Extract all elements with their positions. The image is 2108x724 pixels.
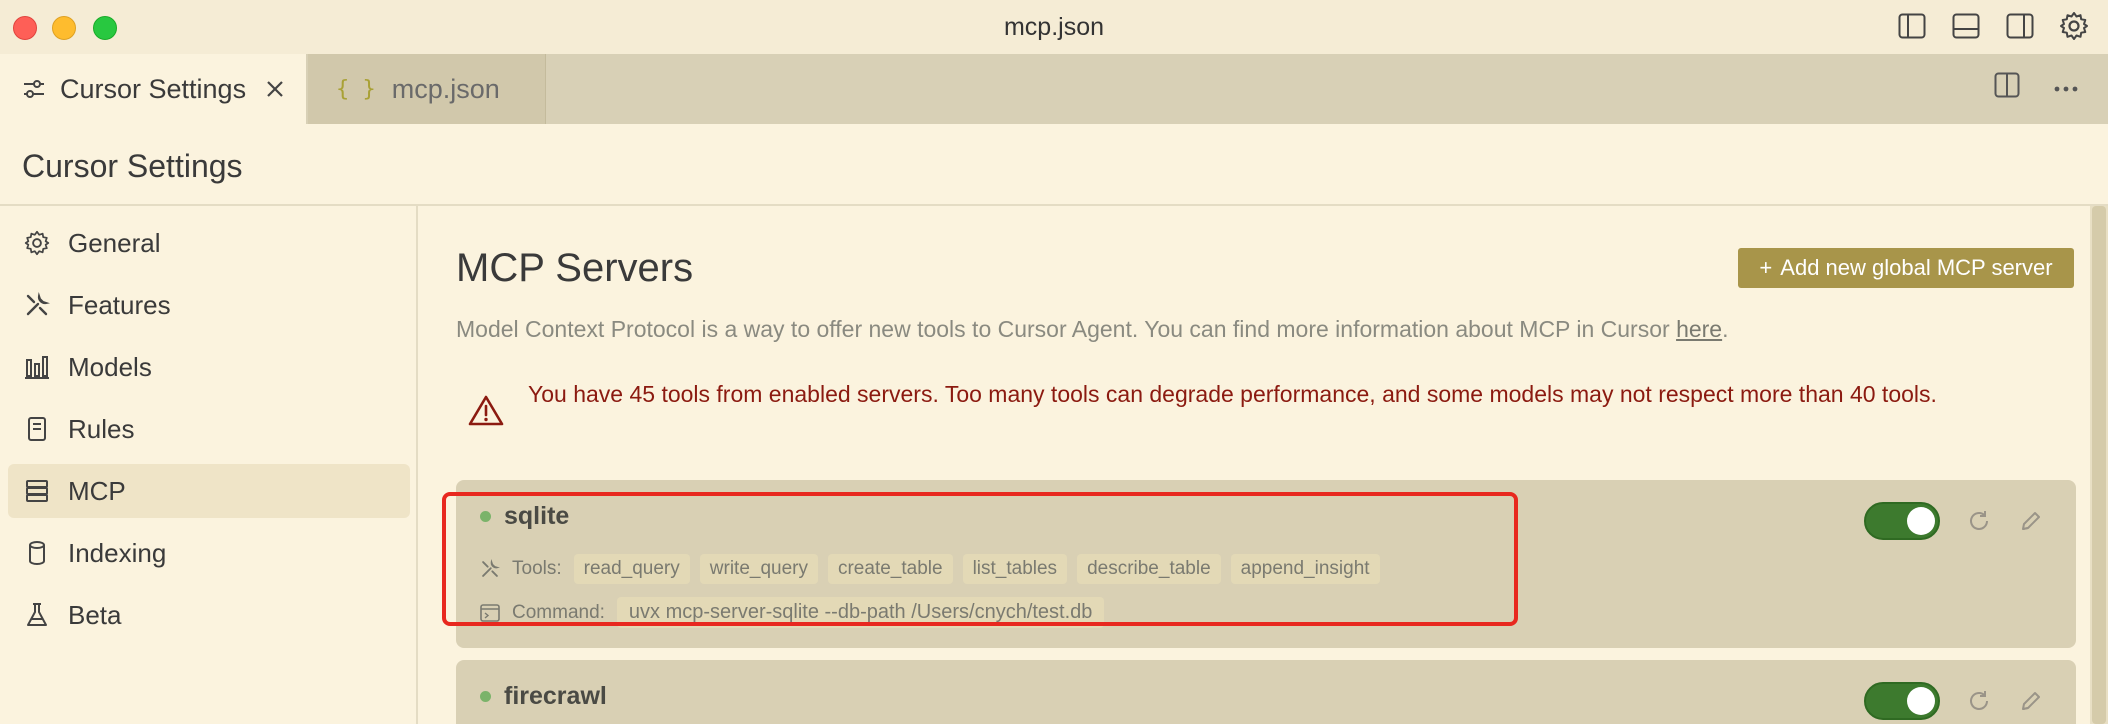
toggle-knob (1907, 687, 1935, 715)
close-tab-icon[interactable] (260, 74, 290, 104)
tools-icon (480, 558, 502, 580)
add-global-mcp-server-button[interactable]: + Add new global MCP server (1738, 248, 2074, 288)
json-file-icon: { } (336, 76, 376, 102)
sidebar-item-label: Indexing (68, 537, 167, 568)
sidebar-item-mcp[interactable]: MCP (8, 464, 410, 518)
sidebar-item-label: Rules (68, 413, 135, 444)
tab-mcp-json[interactable]: { } mcp.json (308, 54, 546, 124)
tool-chip: write_query (699, 554, 818, 584)
bar-chart-icon (22, 352, 52, 382)
tool-chip: create_table (827, 554, 953, 584)
terminal-icon (480, 602, 502, 624)
refresh-icon[interactable] (1966, 508, 1992, 534)
more-actions-icon[interactable] (2054, 79, 2078, 97)
split-editor-icon[interactable] (1994, 72, 2020, 103)
tools-row: Tools: read_query write_query create_tab… (480, 554, 1390, 584)
settings-sidebar: General Features Models Rules MCP Indexi… (0, 206, 418, 724)
tool-chip: read_query (573, 554, 690, 584)
server-card-firecrawl: firecrawl (456, 660, 2076, 724)
description: Model Context Protocol is a way to offer… (456, 316, 1729, 343)
sidebar-item-beta[interactable]: Beta (8, 588, 410, 642)
settings-header: Cursor Settings (0, 124, 2108, 206)
toggle-panel-icon[interactable] (1950, 10, 1982, 42)
plus-icon: + (1759, 255, 1773, 280)
sidebar-item-rules[interactable]: Rules (8, 402, 410, 456)
window-title: mcp.json (1003, 13, 1105, 41)
warning-text: You have 45 tools from enabled servers. … (528, 381, 1937, 407)
scrollbar-thumb[interactable] (2092, 206, 2106, 724)
command-row: Command: uvx mcp-server-sqlite --db-path… (480, 597, 1105, 628)
gear-icon (22, 228, 52, 258)
command-value: uvx mcp-server-sqlite --db-path /Users/c… (616, 597, 1105, 628)
add-button-label: Add new global MCP server (1780, 255, 2053, 280)
server-enable-toggle[interactable] (1864, 682, 1940, 720)
server-card-sqlite: sqlite Tools: read_query write_query cre… (456, 480, 2076, 648)
title-bar: mcp.json (0, 0, 2108, 54)
settings-gear-icon[interactable] (2058, 10, 2090, 42)
server-name: sqlite (504, 502, 570, 530)
warning-icon (468, 394, 504, 430)
tool-chip: describe_table (1077, 554, 1221, 584)
command-label: Command: (512, 601, 605, 623)
edit-pencil-icon[interactable] (2018, 688, 2044, 714)
sidebar-item-models[interactable]: Models (8, 340, 410, 394)
sidebar-item-label: MCP (68, 475, 126, 506)
tool-limit-warning: You have 45 tools from enabled servers. … (456, 376, 2066, 430)
sidebar-item-label: Models (68, 351, 152, 382)
notebook-icon (22, 414, 52, 444)
tools-label: Tools: (512, 558, 562, 579)
toggle-secondary-sidebar-icon[interactable] (2004, 10, 2036, 42)
description-text: Model Context Protocol is a way to offer… (456, 316, 1677, 342)
edit-pencil-icon[interactable] (2018, 508, 2044, 534)
description-end: . (1722, 316, 1729, 342)
toggle-knob (1907, 507, 1935, 535)
toggle-primary-sidebar-icon[interactable] (1896, 10, 1928, 42)
tab-label: Cursor Settings (60, 73, 247, 104)
sidebar-item-general[interactable]: General (8, 216, 410, 270)
tool-chip: append_insight (1230, 554, 1380, 584)
database-icon (22, 538, 52, 568)
server-enable-toggle[interactable] (1864, 502, 1940, 540)
sidebar-item-label: General (68, 227, 161, 258)
server-stack-icon (22, 476, 52, 506)
tool-chip: list_tables (962, 554, 1068, 584)
sidebar-item-label: Beta (68, 599, 122, 630)
sidebar-item-indexing[interactable]: Indexing (8, 526, 410, 580)
status-indicator (480, 511, 491, 522)
tools-icon (22, 290, 52, 320)
tab-label: mcp.json (391, 73, 500, 104)
sliders-icon (22, 78, 46, 100)
sidebar-item-features[interactable]: Features (8, 278, 410, 332)
tab-cursor-settings[interactable]: Cursor Settings (0, 54, 306, 124)
mcp-settings-panel: MCP Servers + Add new global MCP server … (420, 206, 2088, 724)
mcp-docs-link[interactable]: here (1676, 316, 1722, 342)
main-scrollbar[interactable] (2090, 206, 2108, 724)
page-title: MCP Servers (456, 246, 694, 290)
editor-tab-strip: Cursor Settings { } mcp.json (0, 54, 2108, 124)
sidebar-item-label: Features (68, 289, 171, 320)
settings-title: Cursor Settings (22, 148, 243, 184)
refresh-icon[interactable] (1966, 688, 1992, 714)
flask-icon (22, 600, 52, 630)
server-name: firecrawl (504, 682, 607, 710)
status-indicator (480, 691, 491, 702)
